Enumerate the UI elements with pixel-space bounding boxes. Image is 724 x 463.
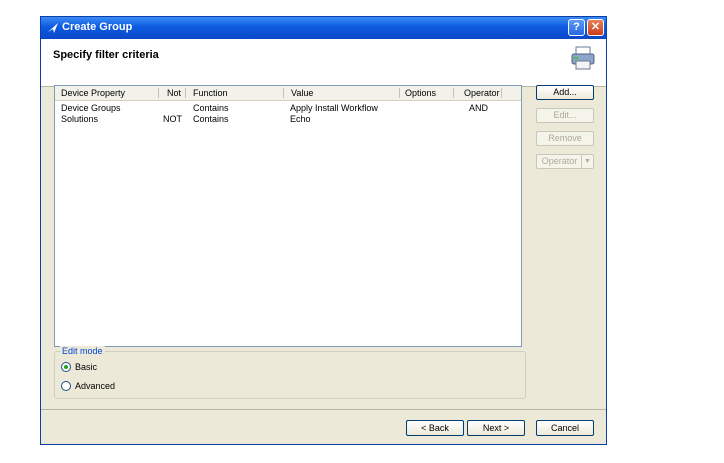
column-operator[interactable]: Operator [464,88,500,98]
cell-not: NOT [163,114,182,124]
column-separator[interactable] [158,88,159,98]
advanced-radio[interactable] [61,381,71,391]
column-options[interactable]: Options [405,88,436,98]
cell-function: Contains [193,114,229,124]
filter-criteria-list[interactable]: Device Property Not Function Value Optio… [54,85,522,347]
arrow-app-icon [48,23,58,33]
help-button[interactable]: ? [568,19,585,36]
cell-value: Echo [290,114,311,124]
cell-device-property: Device Groups [61,103,121,113]
window-title: Create Group [62,21,133,33]
next-button[interactable]: Next > [467,420,525,436]
operator-button[interactable]: Operator ▼ [536,154,594,169]
title-bar[interactable]: Create Group ? ✕ [41,17,606,39]
cell-operator: AND [469,103,489,113]
column-separator[interactable] [399,88,400,98]
column-device-property[interactable]: Device Property [61,88,125,98]
cell-function: Contains [193,103,229,113]
basic-label[interactable]: Basic [75,362,97,372]
edit-button[interactable]: Edit... [536,108,594,123]
add-button[interactable]: Add... [536,85,594,100]
column-not[interactable]: Not [167,88,181,98]
cell-value: Apply Install Workflow [290,103,378,113]
column-separator[interactable] [501,88,502,98]
cell-device-property: Solutions [61,114,99,124]
create-group-dialog: Create Group ? ✕ Specify filter criteria… [40,16,607,445]
page-title: Specify filter criteria [53,49,159,61]
footer-divider [41,409,606,410]
list-header: Device Property Not Function Value Optio… [55,86,521,101]
operator-button-label: Operator [541,156,578,166]
wizard-header: Specify filter criteria [41,39,606,87]
table-row[interactable]: Device Groups Contains Apply Install Wor… [55,103,521,114]
edit-mode-legend: Edit mode [60,346,105,356]
close-button[interactable]: ✕ [587,19,604,36]
edit-mode-group: Edit mode Basic Advanced [54,346,526,399]
basic-radio[interactable] [61,362,71,372]
column-function[interactable]: Function [193,88,228,98]
remove-button[interactable]: Remove [536,131,594,146]
chevron-down-icon[interactable]: ▼ [581,155,593,168]
cancel-button[interactable]: Cancel [536,420,594,436]
column-separator[interactable] [453,88,454,98]
column-separator[interactable] [185,88,186,98]
table-row[interactable]: Solutions NOT Contains Echo [55,114,521,125]
column-separator[interactable] [283,88,284,98]
column-value[interactable]: Value [291,88,313,98]
radio-selected-dot [64,365,68,369]
printer-group-icon [571,46,595,70]
advanced-label[interactable]: Advanced [75,381,115,391]
back-button[interactable]: < Back [406,420,464,436]
